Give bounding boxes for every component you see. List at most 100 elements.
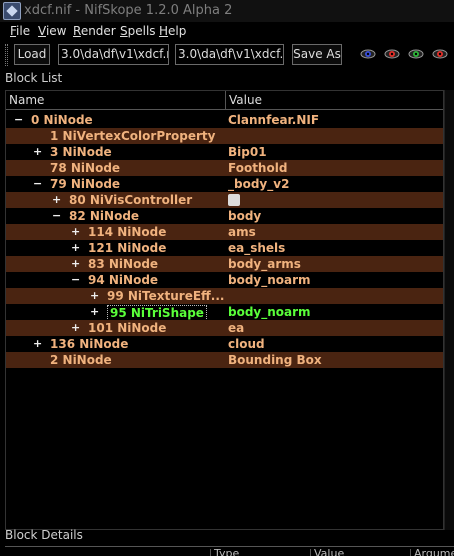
menu-accelerator: R — [73, 24, 81, 38]
block-value: body — [228, 209, 262, 223]
column-header-value[interactable]: Value — [226, 91, 443, 110]
details-column-header[interactable]: Value — [310, 549, 410, 556]
menu-label-rest: ile — [16, 24, 31, 38]
block-name: 82 NiNode — [69, 209, 140, 223]
block-name: 3 NiNode — [50, 145, 112, 159]
tree-row[interactable]: +83 NiNode body_arms — [6, 256, 443, 272]
view-eye-icon[interactable] — [408, 48, 424, 60]
block-value: _body_v2 — [228, 177, 290, 191]
tree-row[interactable]: 1 NiVertexColorProperty — [6, 128, 443, 144]
menu-help[interactable]: Help — [159, 24, 186, 38]
tree-row[interactable]: −0 NiNode Clannfear.NIF — [6, 112, 443, 128]
window-title: xdcf.nif - NifSkope 1.2.0 Alpha 2 — [24, 3, 233, 18]
collapse-toggle[interactable]: − — [33, 177, 43, 190]
tree-row[interactable]: −94 NiNode body_noarm — [6, 272, 443, 288]
tree-row[interactable]: −79 NiNode _body_v2 — [6, 176, 443, 192]
controller-icon — [228, 194, 240, 206]
expand-toggle[interactable]: + — [71, 225, 81, 238]
block-name: 99 NiTextureEff... — [107, 289, 225, 303]
tree-row[interactable]: 2 NiNode Bounding Box — [6, 352, 443, 368]
expand-toggle[interactable]: + — [71, 257, 81, 270]
tree-row[interactable]: +95 NiTriShape body_noarm — [6, 304, 443, 321]
menu-label-rest: elp — [168, 24, 187, 38]
load-path-field[interactable]: 3.0\da\df\v1\xdcf.nif — [58, 44, 169, 65]
tree-row[interactable]: +114 NiNode ams — [6, 224, 443, 240]
block-value: ea_shels — [228, 241, 286, 255]
tree-row[interactable]: +99 NiTextureEff... — [6, 288, 443, 304]
expand-toggle[interactable]: + — [90, 289, 100, 302]
block-name: 78 NiNode — [50, 161, 121, 175]
menu-label-rest: iew — [45, 24, 67, 38]
block-name: 95 NiTriShape — [107, 305, 207, 321]
block-name: 2 NiNode — [50, 353, 112, 367]
expand-toggle[interactable]: + — [71, 241, 81, 254]
menu-file[interactable]: File — [10, 24, 30, 38]
tree-scrollbar[interactable] — [444, 90, 454, 530]
view-eye-icon[interactable] — [360, 48, 376, 60]
block-name: 136 NiNode — [50, 337, 129, 351]
details-column-header[interactable]: Argument — [410, 549, 454, 556]
details-column-header[interactable]: Type — [210, 549, 310, 556]
collapse-toggle[interactable]: − — [14, 113, 24, 126]
menu-accelerator: H — [159, 24, 169, 38]
block-list-tree[interactable]: Name Value −0 NiNode Clannfear.NIF 1 NiVer… — [5, 90, 444, 530]
tree-row[interactable]: −82 NiNode body — [6, 208, 443, 224]
block-name: 101 NiNode — [88, 321, 167, 335]
block-name: 0 NiNode — [31, 113, 93, 127]
tree-row[interactable]: 78 NiNode Foothold — [6, 160, 443, 176]
save-as-button[interactable]: Save As — [292, 44, 342, 65]
expand-toggle[interactable]: + — [33, 337, 43, 350]
expand-toggle[interactable]: + — [90, 305, 100, 318]
tree-row[interactable]: +80 NiVisController — [6, 192, 443, 208]
collapse-toggle[interactable]: − — [71, 273, 81, 286]
menu-label-rest: pells — [127, 24, 156, 38]
load-button[interactable]: Load — [14, 44, 50, 65]
block-value: cloud — [228, 337, 265, 351]
block-details-header: TypeValueArgument — [5, 546, 454, 556]
block-name: 114 NiNode — [88, 225, 167, 239]
save-path-field[interactable]: 3.0\da\df\v1\xdcf.nif — [175, 44, 284, 65]
menu-label-rest: ender — [80, 24, 116, 38]
block-list-label: Block List — [5, 71, 63, 85]
block-name: 80 NiVisController — [69, 193, 193, 207]
menu-render[interactable]: Render — [73, 24, 116, 38]
expand-toggle[interactable]: + — [52, 193, 62, 206]
view-eye-icon[interactable] — [432, 48, 448, 60]
block-value: body_noarm — [228, 273, 311, 287]
expand-toggle[interactable]: + — [33, 145, 43, 158]
tree-row[interactable]: +101 NiNode ea — [6, 320, 443, 336]
block-value: Clannfear.NIF — [228, 113, 320, 127]
menu-accelerator: S — [120, 24, 128, 38]
block-name: 94 NiNode — [88, 273, 159, 287]
expand-toggle[interactable]: + — [71, 321, 81, 334]
block-details-label: Block Details — [5, 528, 83, 542]
tree-row[interactable]: +136 NiNode cloud — [6, 336, 443, 352]
toolbar-grip[interactable] — [5, 44, 8, 66]
tree-header: Name Value — [6, 91, 443, 110]
menu-view[interactable]: View — [38, 24, 66, 38]
toolbar: Load 3.0\da\df\v1\xdcf.nif 3.0\da\df\v1\… — [0, 40, 454, 68]
tree-row[interactable]: +3 NiNode Bip01 — [6, 144, 443, 160]
menu-accelerator: V — [38, 24, 46, 38]
block-name: 121 NiNode — [88, 241, 167, 255]
collapse-toggle[interactable]: − — [52, 209, 62, 222]
block-name: 1 NiVertexColorProperty — [50, 129, 216, 143]
column-header-name[interactable]: Name — [6, 91, 226, 110]
block-value: body_noarm — [228, 305, 311, 319]
view-eye-icon[interactable] — [384, 48, 400, 60]
block-value: ea — [228, 321, 245, 335]
menu-spells[interactable]: Spells — [120, 24, 156, 38]
block-value: Bounding Box — [228, 353, 322, 367]
block-value: body_arms — [228, 257, 301, 271]
block-value: Foothold — [228, 161, 288, 175]
block-value — [228, 193, 240, 208]
tree-row[interactable]: +121 NiNode ea_shels — [6, 240, 443, 256]
details-column-header[interactable] — [5, 549, 210, 556]
block-value: Bip01 — [228, 145, 267, 159]
title-bar: xdcf.nif - NifSkope 1.2.0 Alpha 2 — [0, 0, 454, 22]
block-value: ams — [228, 225, 256, 239]
nifskope-app-icon[interactable] — [3, 2, 21, 20]
menu-bar: File View Render Spells Help — [0, 22, 454, 40]
block-name: 79 NiNode — [50, 177, 121, 191]
block-name: 83 NiNode — [88, 257, 159, 271]
